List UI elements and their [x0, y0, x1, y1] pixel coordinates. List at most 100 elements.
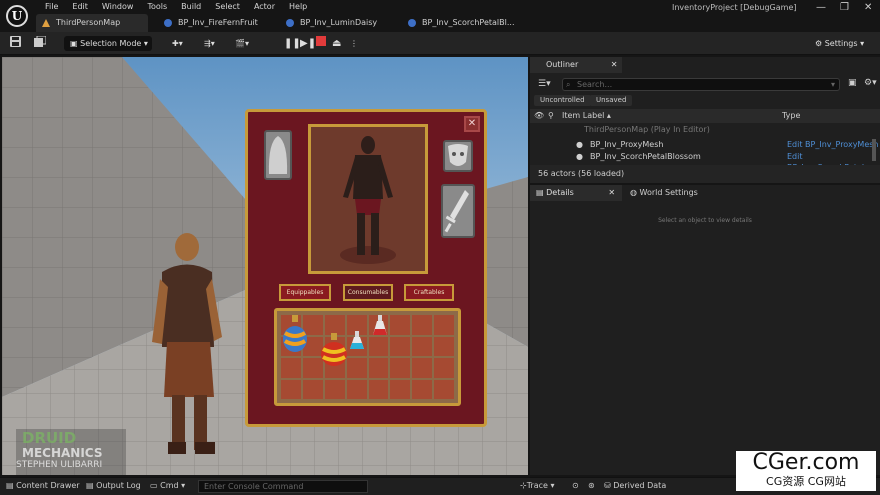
menu-select[interactable]: Select	[208, 1, 247, 13]
inventory-slot[interactable]	[434, 315, 454, 335]
tab-bp-inv-firefernfruit[interactable]: BP_Inv_FireFernFruit	[158, 14, 273, 32]
inventory-slot[interactable]	[434, 358, 454, 378]
potion-red-flask-icon	[372, 315, 387, 335]
drawer-icon: ▤	[6, 481, 17, 490]
content-drawer-button[interactable]: ▤ Content Drawer	[6, 481, 80, 490]
console-command-input[interactable]: Enter Console Command	[198, 480, 368, 493]
derived-data-button[interactable]: ⛁ Derived Data	[604, 481, 666, 490]
inventory-slot[interactable]	[390, 379, 411, 399]
inventory-slot[interactable]	[281, 358, 301, 378]
details-empty-message: Select an object to view details	[658, 217, 752, 224]
outliner-row[interactable]: ThirdPersonMap (Play In Editor)	[530, 124, 880, 135]
mask-slot[interactable]	[443, 140, 473, 172]
menu-edit[interactable]: Edit	[65, 1, 95, 13]
add-folder-icon[interactable]: ▣	[848, 78, 857, 88]
maximize-icon[interactable]: ❐	[840, 2, 849, 13]
filter-uncontrolled[interactable]: Uncontrolled	[534, 95, 591, 106]
chevron-down-icon: ▾	[143, 39, 148, 48]
cinematics-icon[interactable]: 🎬▾	[235, 36, 249, 51]
outliner-tab-label: Outliner	[546, 60, 579, 69]
inventory-slot[interactable]	[281, 379, 301, 399]
level-viewport[interactable]: ✕ Equippables Consumables Craftables DRU…	[2, 57, 528, 475]
row-label: BP_Inv_ScorchPetalBlossom	[590, 152, 701, 161]
craftables-button[interactable]: Craftables	[404, 284, 454, 301]
inventory-slot[interactable]	[346, 358, 367, 378]
notifications-icon[interactable]: ⊙	[572, 481, 579, 490]
outliner-scrollbar[interactable]	[872, 139, 876, 161]
head-slot[interactable]	[264, 130, 292, 180]
inventory-slot[interactable]	[434, 336, 454, 356]
inventory-slot[interactable]	[390, 358, 411, 378]
inventory-slot[interactable]	[412, 336, 433, 356]
outliner-settings-icon[interactable]: ⚙▾	[864, 78, 877, 88]
consumables-button[interactable]: Consumables	[343, 284, 393, 301]
more-options-icon[interactable]: ⋮	[350, 36, 358, 51]
stop-button[interactable]	[316, 36, 326, 51]
menu-window[interactable]: Window	[95, 1, 141, 13]
menu-file[interactable]: File	[38, 1, 65, 13]
eject-button[interactable]: ⏏	[332, 36, 341, 51]
output-log-button[interactable]: ▤ Output Log	[86, 481, 141, 490]
pin-icon[interactable]: ⚲	[548, 109, 554, 123]
outliner-row[interactable]: ● BP_Inv_ScorchPetalBlossom Edit BP_Inv_…	[530, 151, 880, 172]
close-tab-icon[interactable]: ✕	[611, 60, 618, 69]
filter-icon[interactable]: ☰▾	[538, 79, 551, 89]
inventory-slot[interactable]	[412, 315, 433, 335]
outliner-row[interactable]: ● BP_Inv_ProxyMesh Edit BP_Inv_ProxyMesh	[530, 139, 880, 150]
menu-build[interactable]: Build	[174, 1, 208, 13]
step-frame-button[interactable]: ▶❚	[300, 36, 316, 51]
tab-bp-inv-scorchpetal[interactable]: BP_Inv_ScorchPetalBl...	[402, 14, 532, 32]
inventory-slot[interactable]	[368, 358, 389, 378]
tab-world-settings[interactable]: ◍ World Settings	[626, 185, 698, 201]
inventory-slot[interactable]	[324, 379, 345, 399]
menu-help[interactable]: Help	[282, 1, 314, 13]
close-inventory-button[interactable]: ✕	[464, 116, 480, 132]
cmd-dropdown[interactable]: ▭ Cmd ▾	[150, 481, 185, 490]
tab-thirdpersonmap[interactable]: ThirdPersonMap	[36, 14, 148, 32]
inventory-slot[interactable]	[368, 379, 389, 399]
tab-outliner[interactable]: Outliner ✕	[530, 57, 622, 73]
inventory-slot[interactable]	[390, 336, 411, 356]
settings-button[interactable]: ⚙ Settings ▾	[815, 36, 864, 51]
minimize-icon[interactable]: —	[816, 2, 826, 13]
unreal-logo-icon[interactable]: U	[6, 5, 28, 27]
inventory-slot[interactable]	[302, 379, 323, 399]
inventory-slot[interactable]	[368, 336, 389, 356]
inventory-slot[interactable]	[346, 330, 367, 356]
inventory-slot[interactable]	[320, 332, 347, 366]
inventory-slot[interactable]	[368, 315, 389, 335]
inventory-slot[interactable]	[346, 379, 367, 399]
trace-label: Trace	[526, 481, 548, 490]
column-type[interactable]: Type	[782, 109, 800, 123]
equippables-button[interactable]: Equippables	[279, 284, 331, 301]
log-icon: ▤	[86, 481, 97, 490]
tab-details[interactable]: ▤ Details ✕	[530, 185, 622, 201]
trace-dropdown[interactable]: ⊹Trace ▾	[520, 481, 555, 490]
filter-unsaved[interactable]: Unsaved	[590, 95, 633, 106]
outliner-search-input[interactable]: ⌕ Search... ▾	[562, 78, 840, 91]
add-actor-icon[interactable]: ✚▾	[172, 36, 183, 51]
potion-cyan-flask-icon	[349, 330, 364, 349]
save-icon[interactable]	[10, 36, 21, 51]
inventory-slot[interactable]	[281, 315, 307, 352]
blueprint-menu-icon[interactable]: ⇶▾	[204, 36, 215, 51]
menu-actor[interactable]: Actor	[247, 1, 282, 13]
tab-bp-inv-lumindaisy[interactable]: BP_Inv_LuminDaisy	[280, 14, 395, 32]
potion-red-yellow-icon	[320, 332, 347, 366]
sword-icon	[444, 190, 469, 233]
inventory-slot[interactable]	[412, 358, 433, 378]
edit-blueprint-link[interactable]: Edit BP_Inv_ProxyMesh	[787, 139, 879, 150]
content-browser-icon[interactable]	[34, 35, 47, 51]
inventory-slot[interactable]	[412, 379, 433, 399]
inventory-slot[interactable]	[434, 379, 454, 399]
close-tab-icon[interactable]: ✕	[608, 188, 615, 197]
inventory-slot[interactable]	[390, 315, 411, 335]
pause-button[interactable]: ❚❚	[284, 36, 301, 51]
close-icon[interactable]: ✕	[864, 2, 872, 13]
menu-tools[interactable]: Tools	[140, 1, 174, 13]
weapon-slot[interactable]	[441, 184, 475, 238]
visibility-eye-icon[interactable]: 👁	[534, 109, 544, 123]
source-control-icon[interactable]: ⊛	[588, 481, 595, 490]
column-item-label[interactable]: Item Label ▴	[562, 109, 611, 123]
selection-mode-dropdown[interactable]: ▣ Selection Mode ▾	[64, 36, 152, 51]
